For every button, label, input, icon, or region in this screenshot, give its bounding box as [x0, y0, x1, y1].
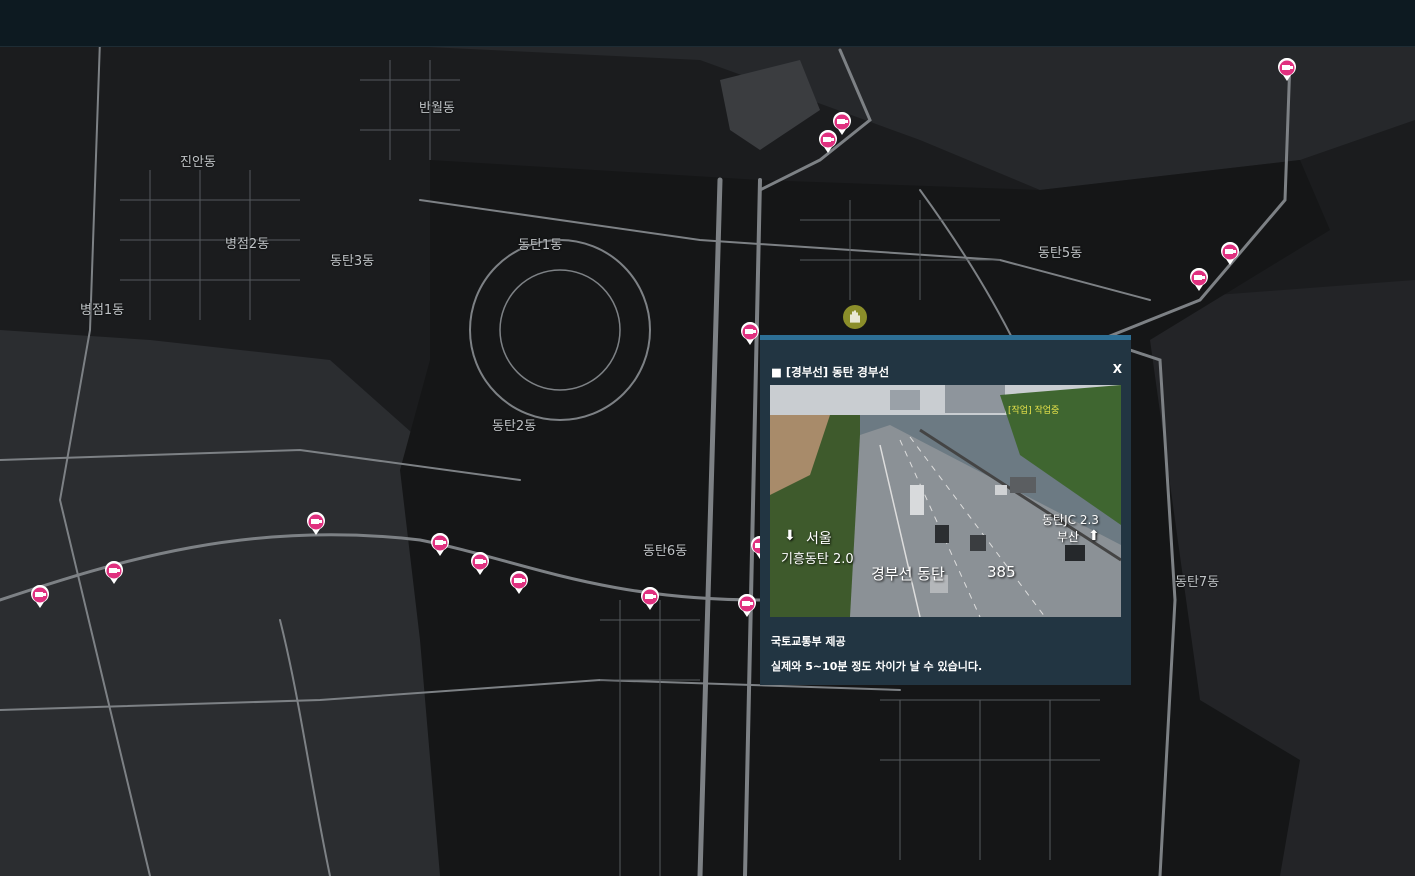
cctv-camera-icon[interactable]	[1220, 241, 1240, 266]
district-label: 동탄3동	[330, 254, 375, 269]
district-label: 병점2동	[225, 237, 270, 252]
cctv-camera-icon[interactable]	[832, 111, 852, 136]
cctv-camera-icon[interactable]	[430, 532, 450, 557]
arrow-up-icon: ⬆	[1088, 528, 1100, 544]
district-label: 동탄1동	[518, 238, 563, 253]
map-canvas[interactable]: 반월동 진안동 병점2동 동탄3동 동탄1동 동탄5동 병점1동 동탄2동 동탄…	[0, 0, 1415, 876]
camera-overlay-work: [작업] 작업중	[1008, 406, 1060, 416]
cctv-camera-icon[interactable]	[740, 321, 760, 346]
cctv-camera-icon[interactable]	[470, 551, 490, 576]
map-base	[0, 39, 1415, 876]
district-label: 동탄5동	[1038, 246, 1083, 261]
district-label: 동탄7동	[1175, 575, 1220, 590]
cctv-camera-icon[interactable]	[104, 560, 124, 585]
camera-overlay-bottom: 경부선 동탄	[871, 565, 945, 583]
cctv-popup: ■ [경부선] 동탄 경부선 X ⬇ 서울 기흥동탄 2.0 동탄JC 2.3	[760, 335, 1131, 685]
hand-cursor-icon[interactable]	[843, 305, 867, 329]
provider-text: 국토교통부 제공	[771, 635, 846, 648]
district-label: 동탄2동	[492, 419, 537, 434]
cctv-camera-icon[interactable]	[737, 593, 757, 618]
district-label: 동탄6동	[643, 544, 688, 559]
camera-overlay-right: 동탄JC 2.3	[1042, 513, 1099, 527]
district-label: 병점1동	[80, 303, 125, 318]
camera-overlay-left: 서울	[806, 531, 832, 547]
cctv-camera-icon[interactable]	[640, 586, 660, 611]
district-label: 반월동	[419, 101, 455, 116]
cctv-camera-icon[interactable]	[509, 570, 529, 595]
camera-overlay-km: 385	[987, 563, 1016, 581]
cctv-image: ⬇ 서울 기흥동탄 2.0 동탄JC 2.3 부산 ⬆ 경부선 동탄 385 […	[770, 385, 1121, 617]
delay-notice: 실제와 5~10분 정도 차이가 날 수 있습니다.	[771, 660, 983, 673]
arrow-down-icon: ⬇	[784, 528, 796, 544]
highway-scene	[770, 385, 1121, 617]
cctv-camera-icon[interactable]	[30, 584, 50, 609]
camera-overlay-right-sub: 부산	[1057, 530, 1080, 544]
cctv-camera-icon[interactable]	[306, 511, 326, 536]
district-label: 진안동	[180, 155, 216, 170]
top-bar	[0, 0, 1415, 47]
camera-overlay-left-sub: 기흥동탄 2.0	[781, 552, 854, 567]
popup-title: ■ [경부선] 동탄 경부선	[771, 365, 890, 379]
cctv-camera-icon[interactable]	[1189, 267, 1209, 292]
cctv-camera-icon[interactable]	[1277, 57, 1297, 82]
close-button[interactable]: X	[1113, 362, 1122, 376]
